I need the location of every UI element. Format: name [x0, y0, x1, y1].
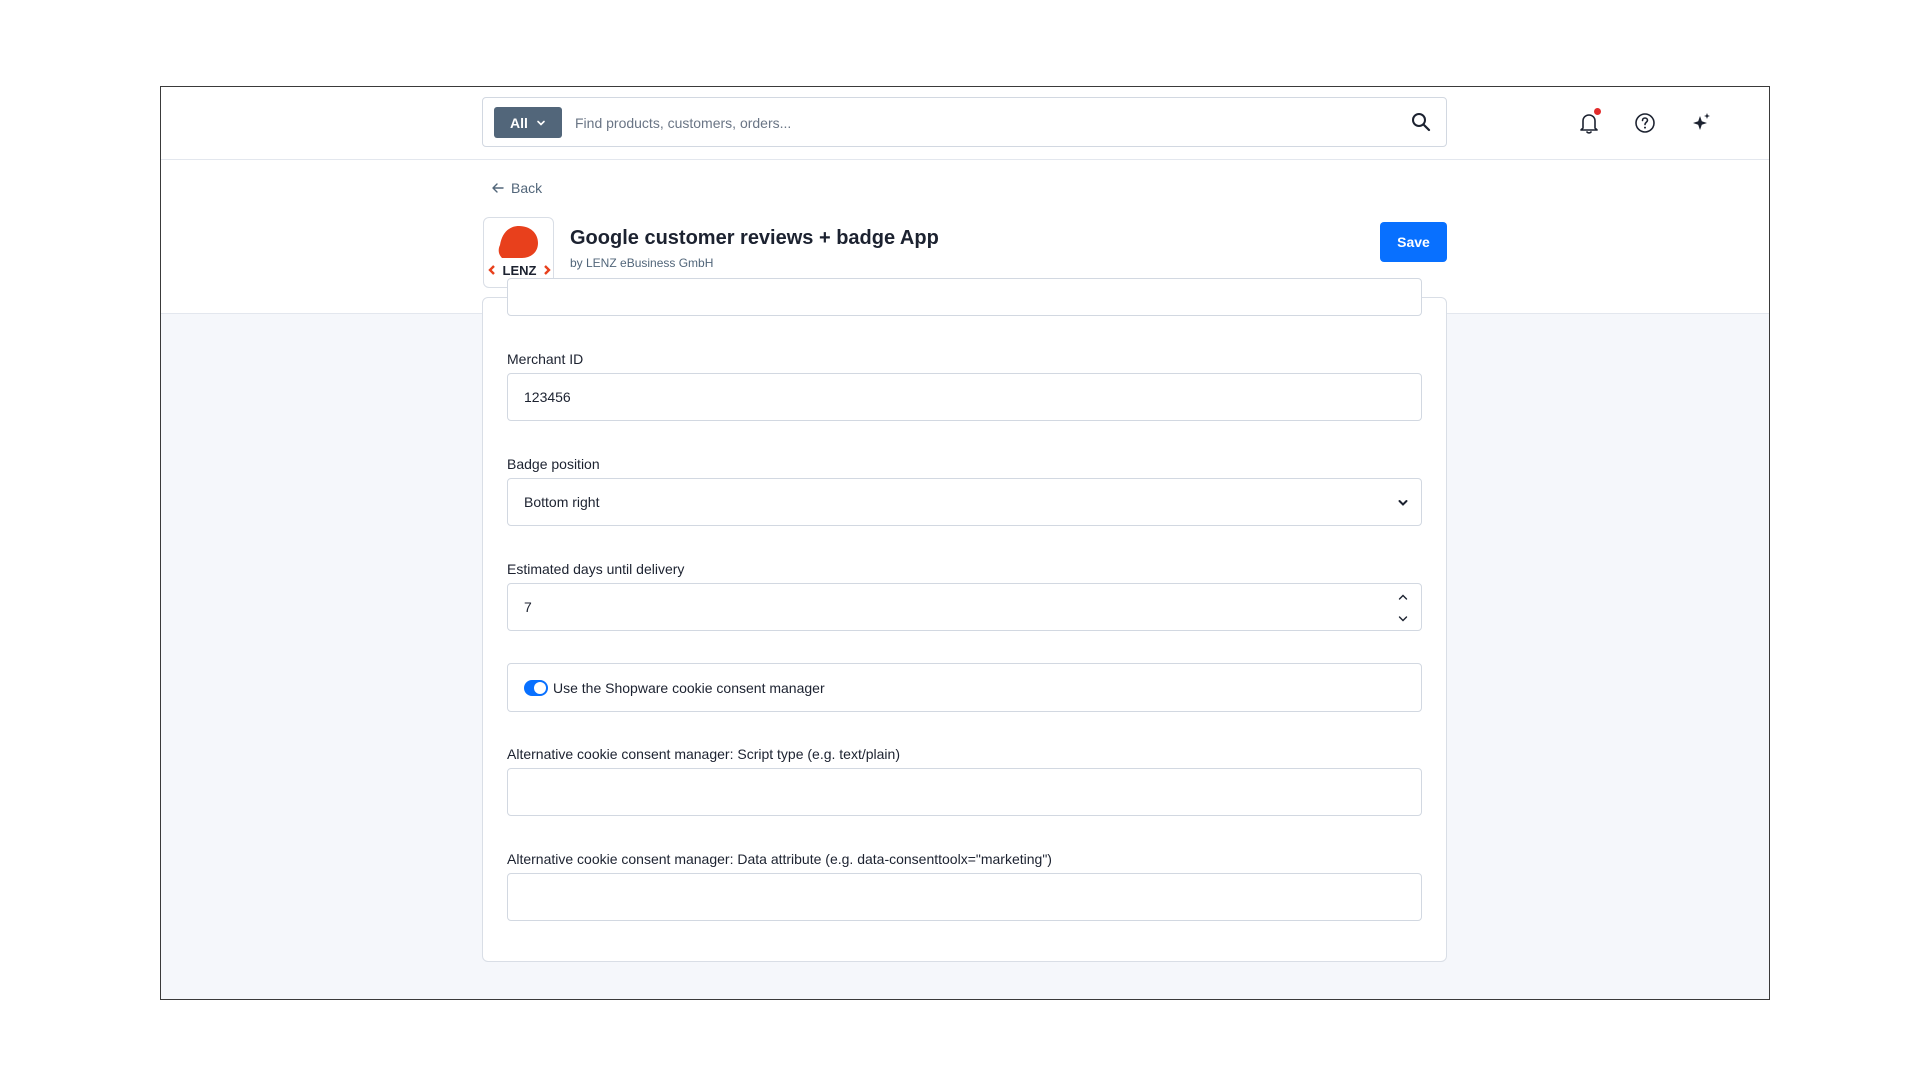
quantity-stepper [1395, 589, 1411, 627]
chevron-up-icon [1398, 594, 1408, 600]
settings-card: Merchant ID 123456 Badge position Bottom… [482, 278, 1447, 962]
chevron-down-icon [1398, 616, 1408, 622]
svg-text:LENZ: LENZ [503, 263, 537, 278]
arrow-left-icon [492, 183, 504, 193]
delivery-days-value: 7 [524, 599, 532, 615]
cookie-consent-label: Use the Shopware cookie consent manager [553, 680, 825, 696]
toggle-knob [534, 682, 546, 694]
delivery-days-label: Estimated days until delivery [507, 561, 685, 577]
chevron-down-icon [1398, 500, 1408, 506]
search-scope-label: All [510, 114, 528, 131]
app-vendor: by LENZ eBusiness GmbH [570, 256, 714, 270]
notifications-button[interactable] [1576, 108, 1602, 136]
data-attribute-label: Alternative cookie consent manager: Data… [507, 851, 1052, 867]
search-icon[interactable] [1410, 111, 1432, 133]
save-button[interactable]: Save [1380, 222, 1447, 262]
cookie-consent-row: Use the Shopware cookie consent manager [507, 663, 1422, 712]
badge-position-select[interactable]: Bottom right [507, 478, 1422, 526]
script-type-field[interactable] [507, 768, 1422, 816]
chevron-down-icon [537, 120, 545, 126]
merchant-id-value: 123456 [524, 389, 571, 405]
top-bar: All [161, 87, 1769, 160]
previous-field-partial [507, 278, 1422, 316]
badge-position-label: Badge position [507, 456, 600, 472]
page-title: Google customer reviews + badge App [570, 227, 939, 249]
delivery-days-field[interactable]: 7 [507, 583, 1422, 631]
global-search: All [482, 97, 1447, 147]
back-link[interactable]: Back [491, 180, 542, 196]
data-attribute-field[interactable] [507, 873, 1422, 921]
cookie-consent-toggle[interactable] [524, 680, 548, 696]
search-input[interactable] [575, 107, 1375, 138]
ai-assistant-button[interactable] [1688, 110, 1714, 136]
back-label: Back [511, 180, 543, 196]
app-window: All Find products, customers, orders... … [160, 86, 1770, 1000]
notification-badge [1594, 108, 1601, 115]
help-icon [1635, 113, 1655, 133]
script-type-label: Alternative cookie consent manager: Scri… [507, 746, 900, 762]
merchant-id-field[interactable]: 123456 [507, 373, 1422, 421]
badge-position-value: Bottom right [524, 494, 600, 510]
search-scope-dropdown[interactable]: All [494, 107, 562, 138]
help-button[interactable] [1632, 110, 1658, 136]
stepper-up-button[interactable] [1395, 589, 1411, 605]
merchant-id-label: Merchant ID [507, 351, 584, 367]
stepper-down-button[interactable] [1395, 611, 1411, 627]
sparkle-icon [1693, 113, 1710, 130]
